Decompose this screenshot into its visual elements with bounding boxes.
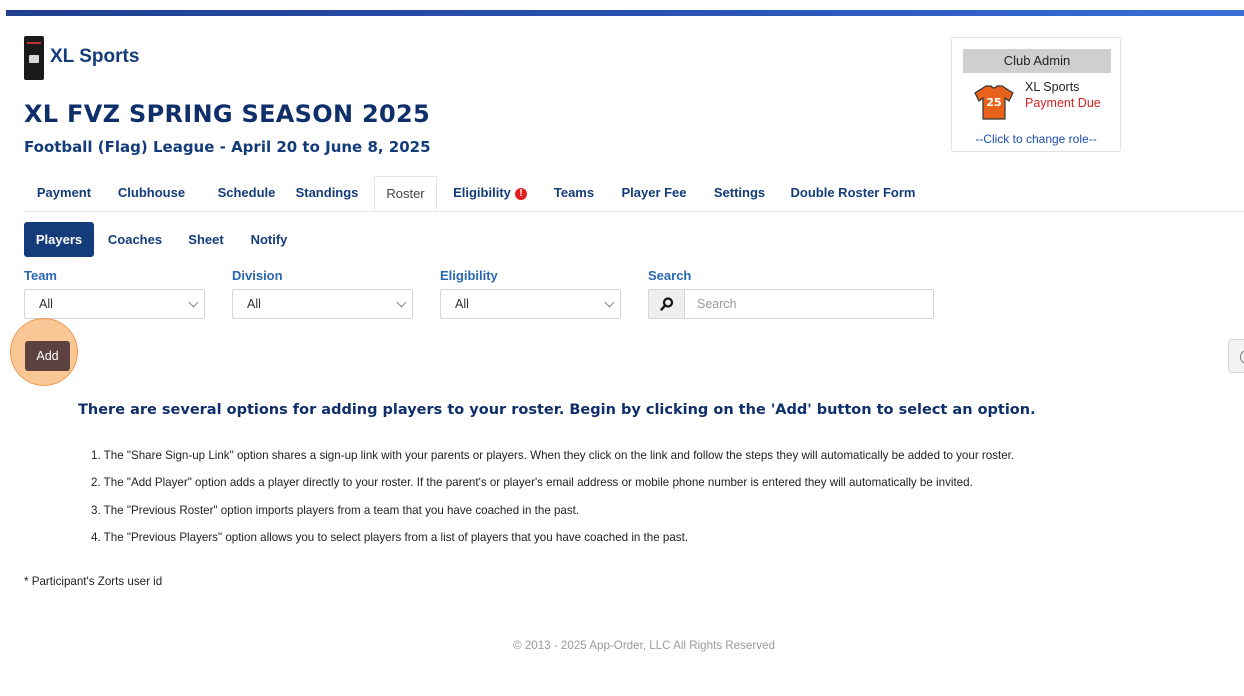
top-bar (0, 0, 1244, 16)
season-subtitle: Football (Flag) League - April 20 to Jun… (24, 138, 431, 156)
list-item: 4. The "Previous Players" option allows … (91, 530, 689, 544)
eligibility-select-value: All (455, 297, 469, 311)
eligibility-filter-label: Eligibility (440, 268, 498, 283)
copyright: © 2013 - 2025 App-Order, LLC All Rights … (513, 639, 775, 652)
tab-player-fee[interactable]: Player Fee (614, 176, 694, 211)
main-tabs: Payment Clubhouse Schedule Standings Ros… (24, 176, 1244, 212)
team-select[interactable]: All (24, 289, 205, 319)
tab-label: Eligibility (453, 185, 511, 200)
eligibility-select[interactable]: All (440, 289, 621, 319)
club-name: XL Sports (50, 46, 140, 67)
jersey-icon: 25 (974, 85, 1014, 120)
season-title: XL FVZ SPRING SEASON 2025 (24, 100, 430, 128)
tab-standings[interactable]: Standings (292, 176, 362, 211)
svg-text:25: 25 (986, 96, 1001, 109)
tab-double-roster-form[interactable]: Double Roster Form (786, 176, 920, 211)
tab-label: Double Roster Form (790, 185, 916, 200)
search-filter-label: Search (648, 268, 692, 283)
list-item: 1. The "Share Sign-up Link" option share… (91, 449, 1015, 462)
add-button[interactable]: Add (25, 341, 70, 371)
chevron-down-icon (604, 297, 615, 308)
alert-icon: ! (514, 188, 527, 200)
tab-label: Player Fee (621, 185, 687, 200)
role-card: Club Admin 25 XL Sports Payment Due --Cl… (951, 37, 1121, 152)
top-accent-line (6, 10, 1244, 16)
division-select-value: All (247, 297, 261, 311)
search-box (648, 289, 934, 319)
subtab-coaches[interactable]: Coaches (102, 222, 168, 257)
instructions-heading: There are several options for adding pla… (78, 402, 1036, 418)
side-panel-tab[interactable] (1228, 339, 1244, 373)
chevron-down-icon (396, 297, 407, 308)
tab-schedule[interactable]: Schedule (204, 176, 289, 211)
change-role-link[interactable]: --Click to change role-- (952, 132, 1120, 146)
chevron-down-icon (188, 297, 199, 308)
division-filter-label: Division (232, 268, 283, 283)
tab-label: Clubhouse (117, 185, 186, 200)
search-icon (660, 297, 674, 311)
tab-roster[interactable]: Roster (374, 176, 437, 211)
subtab-notify[interactable]: Notify (244, 222, 294, 257)
role-payment-status: Payment Due (1025, 96, 1101, 110)
subtab-sheet[interactable]: Sheet (182, 222, 230, 257)
list-item: 3. The "Previous Roster" option imports … (91, 503, 580, 517)
tab-label: Settings (713, 185, 766, 200)
tab-settings[interactable]: Settings (706, 176, 773, 211)
list-item: 2. The "Add Player" option adds a player… (91, 476, 973, 490)
tab-clubhouse[interactable]: Clubhouse (109, 176, 194, 211)
tab-label: Teams (553, 185, 595, 200)
club-logo (24, 36, 44, 80)
footnote: * Participant's Zorts user id (24, 575, 163, 588)
tab-eligibility[interactable]: Eligibility! (450, 176, 530, 211)
role-title: Club Admin (963, 49, 1111, 73)
search-button[interactable] (649, 290, 685, 318)
tab-label: Payment (36, 185, 92, 200)
team-select-value: All (39, 297, 53, 311)
instructions-list: 1. The "Share Sign-up Link" option share… (91, 449, 1014, 558)
tab-label: Roster (386, 186, 425, 201)
tab-teams[interactable]: Teams (548, 176, 600, 211)
division-select[interactable]: All (232, 289, 413, 319)
team-filter-label: Team (24, 268, 57, 283)
subtab-players[interactable]: Players (24, 222, 94, 257)
search-input[interactable] (686, 290, 932, 318)
tab-payment[interactable]: Payment (24, 176, 104, 211)
tab-label: Schedule (217, 185, 276, 200)
role-club-name: XL Sports (1025, 80, 1080, 94)
tab-label: Standings (295, 185, 359, 200)
